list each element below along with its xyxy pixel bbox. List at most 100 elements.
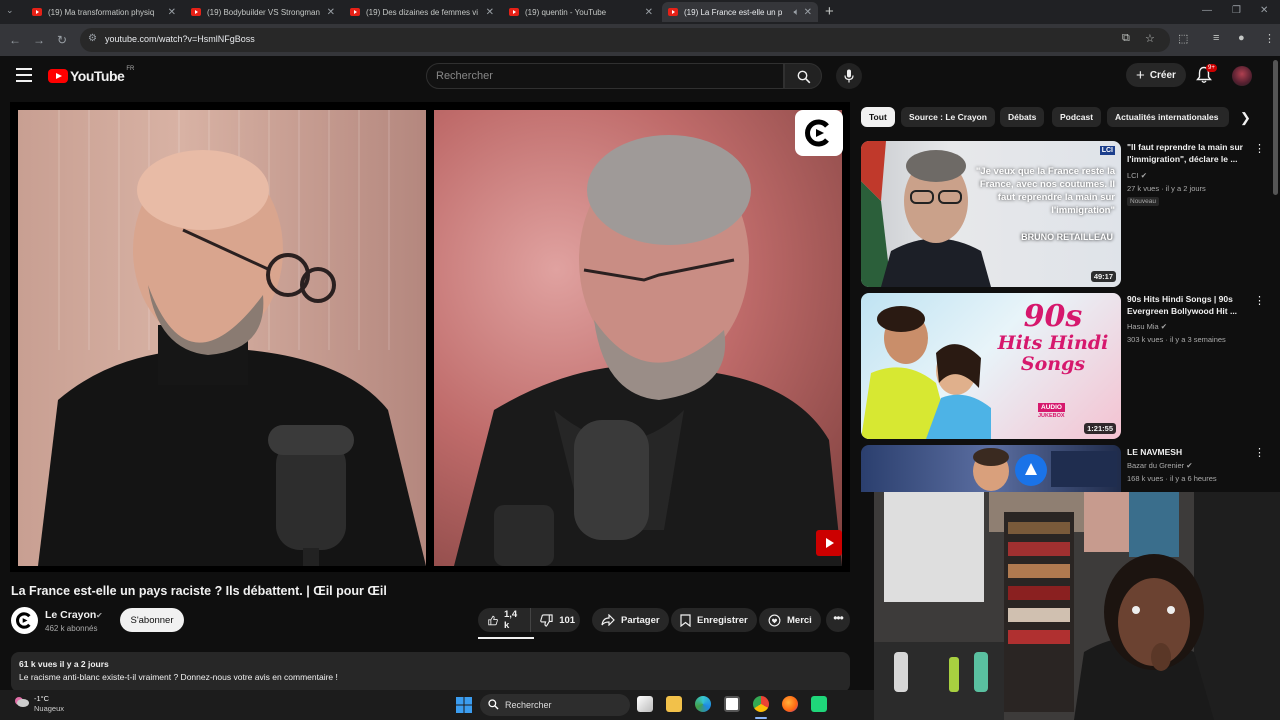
close-window-icon[interactable]: ✕ (1260, 5, 1268, 16)
cloud-weather-icon[interactable] (13, 695, 29, 707)
edge-browser-icon[interactable] (695, 696, 711, 712)
weather-condition[interactable]: Nuageux (34, 704, 64, 713)
back-arrow-icon[interactable]: ← (9, 33, 21, 47)
dislike-button[interactable]: 101 (531, 608, 584, 632)
recommendation-thumbnail[interactable] (861, 445, 1121, 492)
firefox-browser-icon[interactable] (782, 696, 798, 712)
close-tab-icon[interactable]: ✕ (645, 7, 653, 18)
tab-title: (19) La France est-elle un p (684, 7, 783, 17)
youtube-logo[interactable]: YouTube FR (48, 66, 134, 84)
address-bar: ← → ↻ ⚙ youtube.com/watch?v=HsmlNFgBoss … (0, 24, 1280, 56)
file-explorer-icon[interactable] (666, 696, 682, 712)
extensions-icon[interactable]: ⬚ (1178, 32, 1188, 45)
youtube-header: YouTube FR Rechercher + Créer 9+ (0, 56, 1280, 100)
new-tab-plus-icon[interactable]: + (825, 3, 834, 20)
crayon-logo-icon (16, 612, 31, 629)
reload-icon[interactable]: ↻ (57, 33, 67, 47)
close-tab-icon[interactable]: ✕ (168, 7, 176, 18)
chip-all[interactable]: Tout (861, 107, 895, 127)
channel-name[interactable]: Le Crayon (45, 609, 96, 621)
recommendation-stats: 168 k vues · il y a 6 heures (1127, 474, 1217, 483)
page-scrollbar[interactable] (1273, 60, 1278, 195)
browser-tab-active[interactable]: (19) La France est-elle un p 🔈︎ ✕ (662, 2, 818, 22)
microsoft-store-icon[interactable] (724, 696, 740, 712)
chrome-browser-icon[interactable] (753, 696, 769, 712)
streamer-webcam-illustration (874, 492, 1280, 720)
tab-list-chevron-icon[interactable]: ⌄ (6, 5, 14, 16)
youtube-watermark-icon[interactable] (816, 530, 842, 556)
browser-menu-icon[interactable]: ⋮ (1264, 32, 1275, 45)
browser-tab[interactable]: (19) quentin - YouTube ✕ (503, 2, 659, 22)
dislike-count: 101 (559, 614, 576, 626)
thumbs-up-icon (488, 615, 498, 625)
kebab-menu-icon[interactable]: ⋮ (1254, 142, 1265, 155)
share-button[interactable]: Partager (592, 608, 669, 632)
maximize-icon[interactable]: ❐ (1232, 5, 1241, 16)
voice-search-button[interactable] (836, 63, 862, 89)
recommendation-title[interactable]: "Il faut reprendre la main sur l'immigra… (1127, 141, 1249, 165)
site-settings-icon[interactable]: ⚙ (88, 33, 97, 44)
logo-text: YouTube (70, 68, 125, 84)
account-avatar[interactable] (1232, 66, 1252, 86)
channel-avatar[interactable] (11, 607, 38, 634)
thumbnail-quote: "Je veux que la France reste la France, … (975, 166, 1115, 216)
lci-logo: LCI (1099, 146, 1115, 155)
browser-tab[interactable]: (19) Bodybuilder VS Strongman ✕ (185, 2, 341, 22)
kebab-menu-icon[interactable]: ⋮ (1254, 294, 1265, 307)
close-tab-icon[interactable]: ✕ (804, 7, 812, 18)
search-input[interactable]: Rechercher (426, 63, 784, 89)
jukebox-tag: JUKEBOX (1038, 413, 1065, 419)
subscribe-button[interactable]: S'abonner (120, 608, 184, 632)
close-tab-icon[interactable]: ✕ (327, 7, 335, 18)
profile-icon[interactable]: ● (1238, 32, 1245, 44)
recommendation-thumbnail[interactable]: "Je veux que la France reste la France, … (861, 141, 1121, 287)
bookmark-star-icon[interactable]: ☆ (1145, 32, 1155, 45)
kebab-menu-icon[interactable]: ⋮ (1254, 446, 1265, 459)
youtube-favicon-icon (191, 8, 201, 16)
verified-check-icon: ✔ (1160, 322, 1168, 331)
recommendation-thumbnail[interactable]: 90s Hits Hindi Songs AUDIO JUKEBOX 1:21:… (861, 293, 1121, 439)
recommendation-title[interactable]: LE NAVMESH (1127, 446, 1249, 458)
verified-check-icon: ✔ (96, 611, 103, 620)
recommendation-channel[interactable]: LCI ✔ (1127, 171, 1147, 180)
more-actions-icon[interactable]: ••• (826, 608, 850, 632)
search-button[interactable] (784, 63, 822, 89)
tab-title: (19) Bodybuilder VS Strongman (207, 7, 320, 17)
minimize-icon[interactable]: — (1202, 5, 1212, 16)
chip-podcast[interactable]: Podcast (1052, 107, 1102, 127)
like-button[interactable]: 1,4 k (478, 608, 532, 632)
install-app-icon[interactable]: ⧉ (1122, 32, 1130, 45)
chip-label: Podcast (1060, 112, 1094, 122)
messaging-app-icon[interactable] (811, 696, 827, 712)
media-controls-icon[interactable]: ≡ (1213, 32, 1219, 44)
browser-tab[interactable]: (19) Ma transformation physiq ✕ (26, 2, 182, 22)
save-button[interactable]: Enregistrer (671, 608, 757, 632)
close-tab-icon[interactable]: ✕ (486, 7, 494, 18)
chevron-right-icon[interactable]: ❯ (1240, 110, 1251, 126)
channel-label: LCI (1127, 171, 1139, 180)
forward-arrow-icon[interactable]: → (33, 33, 45, 47)
description-box[interactable]: 61 k vues il y a 2 jours Le racisme anti… (11, 652, 850, 692)
video-player[interactable] (10, 102, 850, 572)
hamburger-menu-icon[interactable] (16, 68, 32, 82)
chip-label: Actualités internationales (1115, 112, 1219, 122)
speaker-icon[interactable]: 🔈︎ (794, 7, 800, 18)
speaker-right-illustration (454, 135, 842, 566)
thanks-button[interactable]: Merci (759, 608, 821, 632)
task-view-icon[interactable] (637, 696, 653, 712)
video-title: La France est-elle un pays raciste ? Ils… (11, 584, 387, 598)
url-input[interactable]: ⚙ youtube.com/watch?v=HsmlNFgBoss (80, 28, 1170, 52)
create-button[interactable]: + Créer (1126, 63, 1186, 87)
taskbar-search-input[interactable]: Rechercher (480, 694, 630, 716)
browser-tab-bar: ⌄ (19) Ma transformation physiq ✕ (19) B… (0, 0, 1280, 24)
weather-temperature[interactable]: -1°C (34, 694, 49, 703)
chip-international-news[interactable]: Actualités internationales (1107, 107, 1229, 127)
recommendation-title[interactable]: 90s Hits Hindi Songs | 90s Evergreen Bol… (1127, 293, 1249, 317)
recommendation-channel[interactable]: Hasu Mia ✔ (1127, 322, 1167, 331)
chip-source[interactable]: Source : Le Crayon (901, 107, 995, 127)
chip-debates[interactable]: Débats (1000, 107, 1045, 127)
recommendation-channel[interactable]: Bazar du Grenier ✔ (1127, 461, 1193, 470)
windows-start-icon[interactable] (456, 697, 472, 713)
youtube-favicon-icon (668, 8, 678, 16)
browser-tab[interactable]: (19) Des dizaines de femmes vi ✕ (344, 2, 500, 22)
